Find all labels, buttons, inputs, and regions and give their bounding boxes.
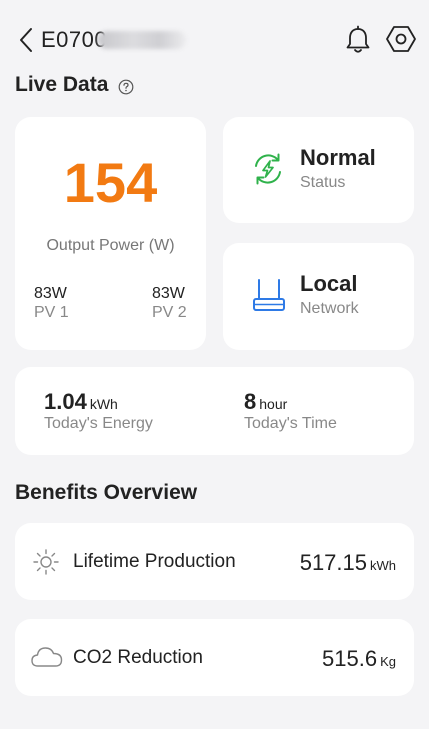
pv2-value: 83W bbox=[152, 285, 185, 302]
today-time-value: 8 hour bbox=[244, 389, 287, 415]
co2-reduction-card[interactable]: CO2 Reduction 515.6 Kg bbox=[15, 619, 414, 696]
lifetime-production-value: 517.15 kWh bbox=[300, 550, 396, 576]
co2-reduction-label: CO2 Reduction bbox=[73, 647, 203, 668]
pv1-label: PV 1 bbox=[34, 304, 69, 321]
output-power-label: Output Power (W) bbox=[46, 237, 175, 254]
network-label: Network bbox=[300, 300, 359, 317]
today-energy-label: Today's Energy bbox=[44, 415, 153, 432]
today-time-number: 8 bbox=[244, 389, 257, 414]
network-value: Local bbox=[300, 271, 358, 296]
today-time-unit: hour bbox=[259, 396, 288, 412]
co2-reduction-value: 515.6 Kg bbox=[322, 646, 396, 672]
today-time-label: Today's Time bbox=[244, 415, 337, 432]
cloud-icon bbox=[31, 647, 63, 667]
output-power-card[interactable]: 154 Output Power (W) 83W PV 1 83W PV 2 bbox=[15, 117, 206, 350]
lifetime-production-card[interactable]: Lifetime Production 517.15 kWh bbox=[15, 523, 414, 600]
benefits-title: Benefits Overview bbox=[15, 481, 198, 504]
today-energy-number: 1.04 bbox=[44, 389, 87, 414]
pv2-label: PV 2 bbox=[152, 304, 187, 321]
lifetime-production-number: 517.15 bbox=[299, 550, 367, 575]
network-card[interactable]: Local Network bbox=[223, 243, 414, 350]
co2-reduction-unit: Kg bbox=[380, 654, 396, 669]
status-value: Normal bbox=[300, 145, 376, 170]
today-energy-unit: kWh bbox=[89, 396, 118, 412]
sun-icon bbox=[33, 549, 59, 575]
lifetime-production-unit: kWh bbox=[370, 558, 396, 573]
chevron-left-icon[interactable] bbox=[16, 26, 38, 54]
hexagon-gear-icon[interactable] bbox=[386, 24, 416, 54]
question-circle-icon[interactable] bbox=[118, 79, 134, 95]
status-card[interactable]: Normal Status bbox=[223, 117, 414, 223]
today-stats-card[interactable]: 1.04 kWh Today's Energy 8 hour Today's Tim… bbox=[15, 367, 414, 455]
co2-reduction-number: 515.6 bbox=[322, 646, 378, 671]
lifetime-production-label: Lifetime Production bbox=[73, 551, 236, 572]
output-power-value: 154 bbox=[63, 151, 158, 214]
bell-icon[interactable] bbox=[344, 25, 372, 55]
status-label: Status bbox=[300, 174, 346, 191]
redacted-serial bbox=[98, 31, 186, 49]
today-energy-value: 1.04 kWh bbox=[44, 389, 118, 415]
sync-lightning-icon bbox=[255, 153, 281, 185]
live-data-title: Live Data bbox=[15, 73, 109, 96]
router-icon bbox=[253, 279, 285, 311]
pv1-value: 83W bbox=[34, 285, 67, 302]
top-bar: E0700 bbox=[0, 0, 429, 80]
